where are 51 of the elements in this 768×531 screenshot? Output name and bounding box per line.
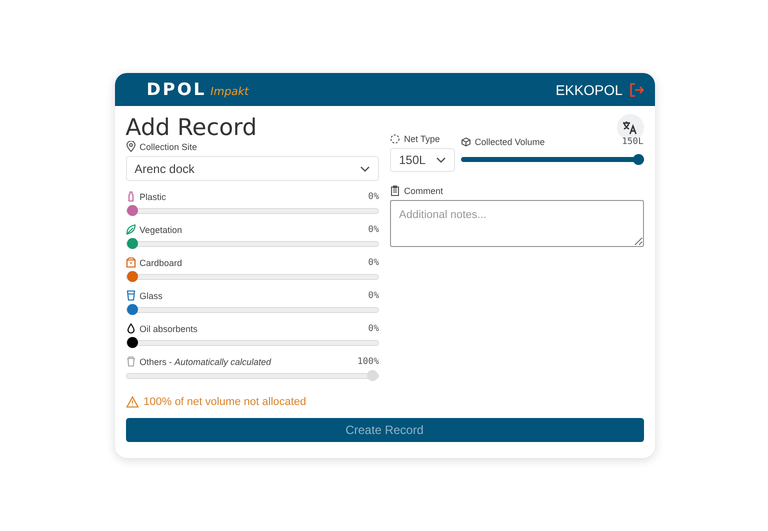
slider-thumb[interactable]: [126, 238, 138, 249]
volume-thumb[interactable]: [632, 154, 644, 165]
field-label: Collection Site: [140, 142, 198, 152]
clipboard-icon: [390, 185, 400, 196]
comment-field[interactable]: Additional notes...: [390, 200, 644, 247]
slider-track[interactable]: [126, 274, 379, 280]
slider-thumb[interactable]: [126, 337, 138, 348]
bottle-icon: [126, 191, 136, 202]
site-dropdown[interactable]: Arenc dock: [126, 156, 379, 181]
leaf-icon: [126, 224, 136, 235]
volume-reading: 150L: [622, 137, 644, 147]
volume-slider[interactable]: [460, 154, 644, 165]
material-label: Vegetation: [140, 224, 182, 234]
slider-track[interactable]: [126, 241, 379, 247]
net-type-dropdown[interactable]: 150L: [390, 148, 455, 172]
logo-text: DPOL: [146, 80, 206, 100]
slider-track[interactable]: [126, 208, 379, 214]
glass-icon: [126, 290, 136, 301]
drop-icon: [126, 323, 136, 334]
bin-icon: [126, 356, 136, 367]
material-label: Others - Automatically calculated: [140, 356, 272, 366]
material-label: Oil absorbents: [140, 324, 198, 334]
material-label: Glass: [140, 290, 163, 300]
field-label: Comment: [404, 186, 444, 196]
chevron-icon: [360, 166, 370, 172]
percent-reading: 0%: [368, 290, 379, 300]
translate-icon: [622, 120, 638, 136]
cube-icon: [460, 137, 471, 147]
slider-thumb[interactable]: [126, 205, 138, 216]
location-pin-icon: [126, 141, 136, 152]
user-name: EKKOPOL: [556, 82, 622, 98]
slider-track[interactable]: [126, 340, 379, 346]
slider-thumb[interactable]: [126, 304, 138, 315]
percent-reading: 0%: [368, 192, 379, 202]
material-label: Cardboard: [140, 258, 182, 268]
percent-reading: 100%: [357, 356, 379, 366]
dashed-circle-icon: [390, 134, 400, 144]
slider-track[interactable]: [126, 307, 379, 313]
logo-subtext: Impakt: [210, 84, 249, 98]
percent-reading: 0%: [368, 224, 379, 234]
material-label: Plastic: [140, 192, 166, 202]
percent-reading: 0%: [368, 324, 379, 334]
percent-reading: 0%: [368, 258, 379, 268]
warning-icon: [126, 396, 138, 408]
page-title: Add Record: [126, 114, 257, 140]
field-label: Net Type: [404, 134, 440, 144]
warning-message: 100% of net volume not allocated: [144, 396, 306, 408]
chevron-icon: [436, 157, 446, 163]
slider-thumb[interactable]: [126, 271, 138, 282]
box-icon: [126, 257, 136, 268]
field-label: Collected Volume: [474, 137, 545, 147]
